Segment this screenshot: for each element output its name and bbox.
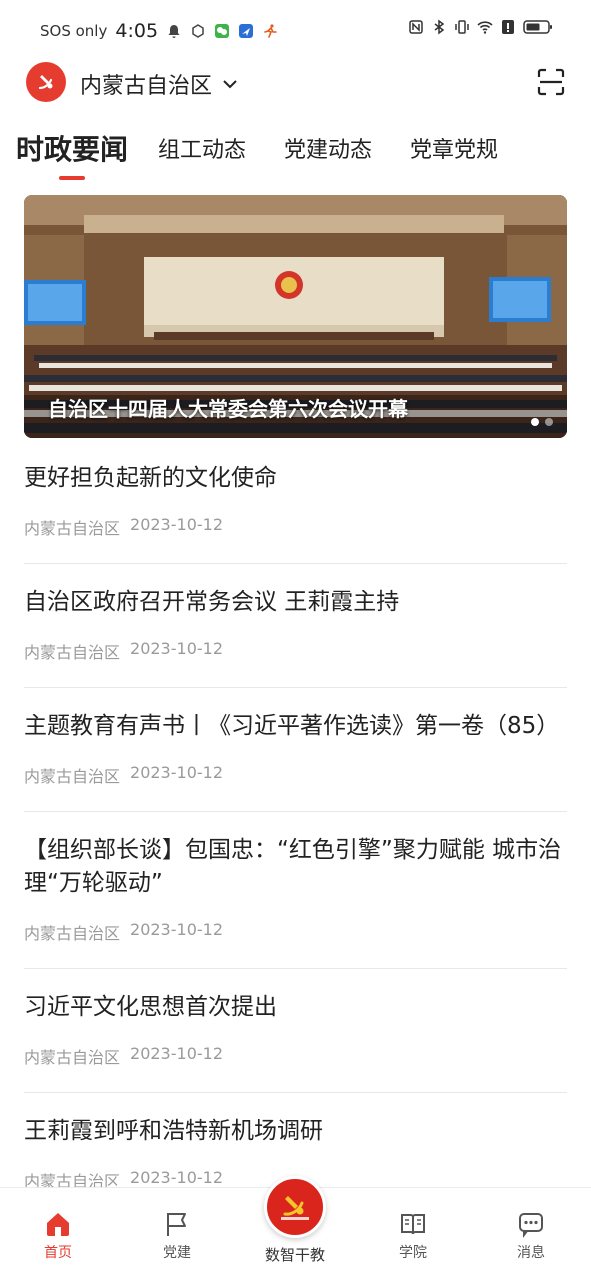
carousel-dot[interactable] <box>531 418 539 426</box>
nav-home-label: 首页 <box>44 1245 72 1261</box>
tab-news[interactable]: 时政要闻 <box>16 126 128 168</box>
flag-icon <box>167 1213 186 1236</box>
home-icon <box>47 1213 69 1236</box>
news-title: 自治区政府召开常务会议 王莉霞主持 <box>24 589 400 615</box>
alert-icon <box>502 20 514 34</box>
banner-caption: 自治区十四届人大常委会第六次会议开幕 <box>48 397 408 421</box>
news-title: 王莉霞到呼和浩特新机场调研 <box>24 1118 323 1144</box>
chevron-down-icon <box>223 80 237 89</box>
news-item[interactable]: 主题教育有声书丨《习近平著作选读》第一卷（85） 内蒙古自治区 2023-10-1… <box>24 688 567 812</box>
news-item[interactable]: 习近平文化思想首次提出 内蒙古自治区 2023-10-12 <box>24 969 567 1093</box>
party-emblem-icon <box>38 75 53 90</box>
center-action-button[interactable] <box>264 1176 326 1238</box>
news-date: 2023-10-12 <box>130 1044 223 1063</box>
mail-app-icon <box>239 24 254 38</box>
nav-party-label: 党建 <box>163 1245 191 1261</box>
center-action-label: 数智干教 <box>264 1246 325 1264</box>
news-source: 内蒙古自治区 <box>24 1048 121 1067</box>
news-title: 主题教育有声书丨《习近平著作选读》第一卷（85） <box>24 713 560 739</box>
status-bar: SOS only 4:05 <box>0 0 591 62</box>
nav-party[interactable]: 党建 <box>142 1210 212 1262</box>
news-date: 2023-10-12 <box>130 920 223 939</box>
news-date: 2023-10-12 <box>130 639 223 658</box>
runner-icon <box>264 24 277 38</box>
battery-icon <box>523 20 552 34</box>
book-icon <box>401 1214 425 1235</box>
nav-home[interactable]: 首页 <box>23 1210 93 1262</box>
bluetooth-icon <box>434 19 445 35</box>
news-title: 习近平文化思想首次提出 <box>24 994 277 1020</box>
wifi-icon <box>477 21 493 34</box>
carousel-dot[interactable] <box>545 418 553 426</box>
clock: 4:05 <box>115 20 159 42</box>
app-logo[interactable] <box>26 62 66 102</box>
news-date: 2023-10-12 <box>130 515 223 534</box>
news-list: 更好担负起新的文化使命 内蒙古自治区 2023-10-12 自治区政府召开常务会议… <box>24 440 567 1216</box>
region-selector[interactable]: 内蒙古自治区 <box>80 68 238 100</box>
tab-party-rules[interactable]: 党章党规 <box>410 126 498 164</box>
nfc-icon <box>409 20 423 34</box>
news-item[interactable]: 更好担负起新的文化使命 内蒙古自治区 2023-10-12 <box>24 440 567 564</box>
news-item[interactable]: 自治区政府召开常务会议 王莉霞主持 内蒙古自治区 2023-10-12 <box>24 564 567 688</box>
news-item[interactable]: 【组织部长谈】包国忠：“红色引擎”聚力赋能 城市治理“万轮驱动” 内蒙古自治区 2… <box>24 812 567 969</box>
bell-icon <box>168 25 180 38</box>
nav-academy[interactable]: 学院 <box>378 1210 448 1262</box>
carousel-dots <box>531 418 553 426</box>
news-source: 内蒙古自治区 <box>24 643 121 662</box>
news-source: 内蒙古自治区 <box>24 519 121 538</box>
wechat-icon <box>215 24 230 38</box>
vibrate-icon <box>455 20 469 34</box>
news-title: 【组织部长谈】包国忠：“红色引擎”聚力赋能 城市治理“万轮驱动” <box>24 837 562 896</box>
category-tabs: 时政要闻 组工动态 党建动态 党章党规 <box>16 126 576 182</box>
app-header: 内蒙古自治区 <box>0 62 591 106</box>
news-title: 更好担负起新的文化使命 <box>24 465 277 491</box>
nav-messages[interactable]: 消息 <box>496 1210 566 1262</box>
active-tab-indicator <box>59 176 85 180</box>
news-source: 内蒙古自治区 <box>24 924 121 943</box>
tab-party-building[interactable]: 党建动态 <box>284 126 372 164</box>
news-date: 2023-10-12 <box>130 763 223 782</box>
carrier-label: SOS only <box>40 22 108 40</box>
region-label: 内蒙古自治区 <box>80 74 213 99</box>
nav-academy-label: 学院 <box>399 1245 427 1261</box>
cube-icon <box>192 24 204 38</box>
message-icon <box>519 1213 543 1238</box>
scan-icon[interactable] <box>537 68 565 96</box>
news-source: 内蒙古自治区 <box>24 767 121 786</box>
party-emblem-icon <box>281 1196 309 1220</box>
nav-messages-label: 消息 <box>517 1245 545 1261</box>
tab-org-work[interactable]: 组工动态 <box>158 126 246 164</box>
banner-carousel[interactable]: 自治区十四届人大常委会第六次会议开幕 <box>24 195 567 438</box>
